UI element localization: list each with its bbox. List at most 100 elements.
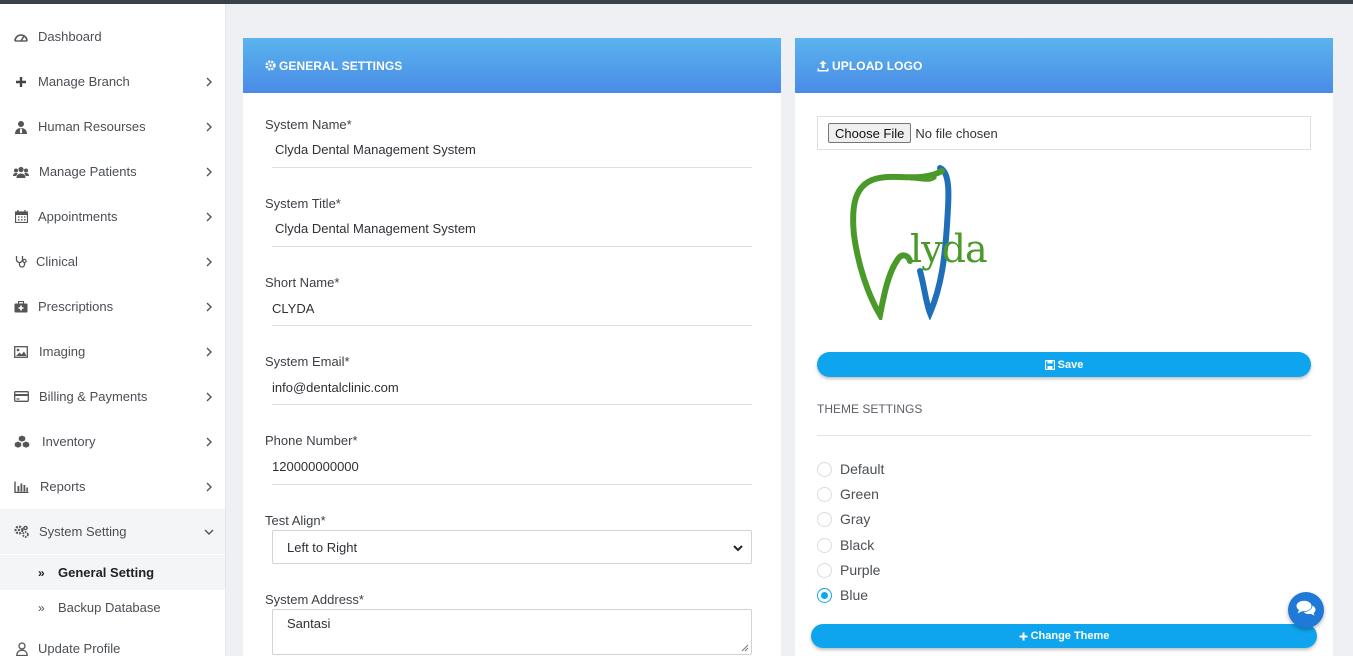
sidebar-item-label: Appointments bbox=[38, 209, 118, 224]
sidebar-subitem-label: General Setting bbox=[58, 565, 155, 580]
user-tie-icon bbox=[13, 119, 29, 135]
sidebar-item-billing-payments[interactable]: Billing & Payments bbox=[0, 374, 225, 419]
dashboard-icon bbox=[13, 29, 29, 45]
save-logo-button[interactable]: Save bbox=[817, 352, 1311, 377]
sidebar-item-inventory[interactable]: Inventory bbox=[0, 419, 225, 464]
sidebar-item-reports[interactable]: Reports bbox=[0, 464, 225, 509]
theme-option-gray[interactable]: Gray bbox=[817, 509, 870, 529]
theme-radio-selected[interactable] bbox=[817, 587, 832, 603]
theme-radio[interactable] bbox=[817, 511, 832, 527]
sidebar-item-system-setting[interactable]: System Setting bbox=[0, 509, 225, 554]
sidebar-subitem-backup-database[interactable]: » Backup Database bbox=[0, 590, 225, 625]
system-address-value: Santasi bbox=[287, 616, 331, 631]
change-theme-button[interactable]: Change Theme bbox=[811, 624, 1317, 648]
sidebar-item-label: Inventory bbox=[42, 434, 96, 449]
sidebar-item-label: System Setting bbox=[39, 524, 127, 539]
sidebar: Dashboard Manage Branch Human Resourses … bbox=[0, 4, 225, 656]
field-underline bbox=[272, 167, 752, 168]
gears-icon bbox=[13, 524, 29, 540]
save-button-label: Save bbox=[1057, 358, 1084, 371]
sidebar-item-clinical[interactable]: Clinical bbox=[0, 239, 225, 284]
user-icon bbox=[14, 641, 30, 656]
upload-logo-card: UPLOAD LOGO Choose File No file chosen l… bbox=[795, 38, 1333, 656]
resize-grip-icon[interactable] bbox=[741, 644, 749, 652]
plus-icon bbox=[13, 74, 29, 90]
theme-option-label: Purple bbox=[840, 562, 881, 578]
text-align-label: Test Align* bbox=[265, 513, 326, 528]
text-align-selected: Left to Right bbox=[287, 539, 358, 555]
sidebar-item-manage-branch[interactable]: Manage Branch bbox=[0, 59, 225, 104]
theme-option-black[interactable]: Black bbox=[817, 535, 874, 555]
system-address-textarea[interactable]: Santasi bbox=[272, 609, 752, 655]
chevron-right-icon bbox=[206, 392, 212, 401]
theme-option-label: Default bbox=[840, 461, 885, 477]
upload-icon bbox=[817, 60, 829, 72]
sidebar-item-label: Clinical bbox=[36, 254, 78, 269]
general-settings-header: GENERAL SETTINGS bbox=[243, 38, 781, 93]
upload-logo-title: UPLOAD LOGO bbox=[832, 58, 923, 73]
system-name-input[interactable] bbox=[275, 139, 755, 159]
text-align-select[interactable]: Left to Right bbox=[272, 530, 752, 564]
system-address-label: System Address* bbox=[265, 592, 364, 607]
clinic-logo: lyda bbox=[850, 165, 990, 324]
theme-radio[interactable] bbox=[817, 461, 832, 477]
theme-radio[interactable] bbox=[817, 537, 832, 553]
system-email-input[interactable] bbox=[272, 377, 752, 397]
system-name-label: System Name* bbox=[265, 117, 352, 132]
general-settings-card: GENERAL SETTINGS System Name* System Tit… bbox=[243, 38, 781, 656]
theme-radio[interactable] bbox=[817, 562, 832, 578]
theme-option-purple[interactable]: Purple bbox=[817, 560, 880, 580]
chevron-right-icon bbox=[206, 212, 212, 221]
theme-option-default[interactable]: Default bbox=[817, 459, 884, 479]
comments-icon bbox=[1296, 600, 1316, 621]
phone-number-input[interactable] bbox=[272, 456, 752, 476]
sidebar-item-label: Human Resourses bbox=[38, 119, 146, 134]
logo-file-input[interactable]: Choose File No file chosen bbox=[817, 116, 1311, 150]
chevron-right-icon bbox=[206, 167, 212, 176]
theme-option-label: Black bbox=[840, 537, 875, 553]
theme-option-label: Gray bbox=[840, 511, 871, 527]
save-icon bbox=[1044, 359, 1055, 370]
sidebar-item-label: Imaging bbox=[39, 344, 86, 359]
choose-file-button[interactable]: Choose File bbox=[828, 123, 912, 143]
image-icon bbox=[13, 344, 29, 360]
chevron-right-icon bbox=[206, 257, 212, 266]
sidebar-item-imaging[interactable]: Imaging bbox=[0, 329, 225, 374]
sidebar-subitem-general-setting[interactable]: » General Setting bbox=[0, 555, 225, 590]
theme-option-green[interactable]: Green bbox=[817, 484, 879, 504]
sidebar-item-appointments[interactable]: Appointments bbox=[0, 194, 225, 239]
sidebar-item-label: Prescriptions bbox=[38, 299, 114, 314]
sidebar-item-update-profile[interactable]: Update Profile bbox=[0, 626, 225, 656]
stethoscope-icon bbox=[13, 254, 29, 270]
theme-divider bbox=[817, 435, 1311, 436]
calendar-icon bbox=[13, 209, 29, 225]
double-chevron-icon: » bbox=[38, 565, 45, 580]
gear-icon bbox=[265, 60, 276, 71]
sidebar-item-label: Manage Branch bbox=[38, 74, 130, 89]
chevron-right-icon bbox=[206, 347, 212, 356]
sidebar-item-label: Manage Patients bbox=[39, 164, 137, 179]
field-underline bbox=[272, 484, 752, 485]
file-status-text: No file chosen bbox=[915, 125, 998, 141]
theme-option-blue[interactable]: Blue bbox=[817, 585, 868, 605]
sidebar-item-label: Reports bbox=[40, 479, 86, 494]
sidebar-item-manage-patients[interactable]: Manage Patients bbox=[0, 149, 225, 194]
chat-button[interactable] bbox=[1288, 592, 1324, 628]
sidebar-item-prescriptions[interactable]: Prescriptions bbox=[0, 284, 225, 329]
double-chevron-icon: » bbox=[38, 600, 45, 615]
sidebar-item-human-resources[interactable]: Human Resourses bbox=[0, 104, 225, 149]
theme-option-label: Green bbox=[840, 486, 879, 502]
theme-radio[interactable] bbox=[817, 486, 832, 502]
bar-chart-icon bbox=[13, 479, 29, 495]
system-email-label: System Email* bbox=[265, 354, 350, 369]
short-name-input[interactable] bbox=[272, 298, 752, 318]
short-name-label: Short Name* bbox=[265, 275, 340, 290]
theme-settings-title: THEME SETTINGS bbox=[817, 402, 923, 416]
chevron-down-icon bbox=[204, 529, 214, 535]
system-title-label: System Title* bbox=[265, 196, 341, 211]
sidebar-item-dashboard[interactable]: Dashboard bbox=[0, 14, 225, 59]
sidebar-divider bbox=[225, 4, 226, 656]
system-title-input[interactable] bbox=[275, 218, 755, 238]
sidebar-subitem-label: Backup Database bbox=[58, 600, 161, 615]
general-settings-title: GENERAL SETTINGS bbox=[279, 58, 403, 73]
